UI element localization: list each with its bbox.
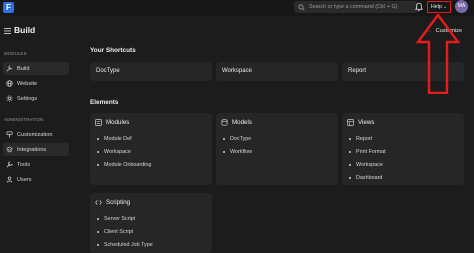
link-workspace[interactable]: Workspace [97,146,151,159]
sidebar-item-integrations[interactable]: Integrations [3,143,69,156]
sidebar-item-tools[interactable]: Tools [3,158,69,171]
bullet-icon [223,138,225,141]
link-label: Module Onboarding [104,161,152,168]
sidebar-item-website[interactable]: Website [3,77,69,90]
globe-icon [6,80,13,87]
chevron-down-icon: ⌄ [442,4,448,10]
bullet-icon [97,231,99,234]
sidebar-item-label: Tools [17,161,31,168]
link-doctype[interactable]: DocType [223,133,252,146]
sidebar-item-label: Customization [17,131,53,138]
sidebar: MODULES Build Website Settings ADMINISTR… [0,46,72,249]
help-label: Help [430,4,442,10]
bullet-icon [97,163,99,166]
sidebar-item-build[interactable]: Build [3,62,69,75]
link-module-def[interactable]: Module Def [97,133,151,146]
link-dashboard[interactable]: Dashboard [349,171,386,184]
sidebar-section-title: MODULES [4,51,27,56]
app-logo[interactable]: F [3,2,14,13]
link-list: Report Print Format Workspace Dashboard [349,133,386,184]
bullet-icon [349,163,351,166]
gear-icon [6,95,13,102]
bullet-icon [349,176,351,179]
card-header[interactable]: Modules [95,119,129,126]
bullet-icon [97,138,99,141]
card-header[interactable]: Scripting [95,199,130,206]
link-scheduled-job-type[interactable]: Scheduled Job Type [97,239,153,252]
link-label: Report [356,136,373,143]
card-title: Modules [106,119,130,126]
card-title: Scripting [106,199,131,206]
elements-heading: Elements [90,99,119,106]
bullet-icon [97,218,99,221]
link-label: Module Def [104,136,132,143]
card-title: Models [232,119,252,126]
shortcut-workspace[interactable]: Workspace [216,62,338,81]
sidebar-item-label: Integrations [17,146,47,153]
link-list: Module Def Workspace Module Onboarding [97,133,151,171]
link-workspace[interactable]: Workspace [349,159,386,172]
card-header[interactable]: Views [347,119,374,126]
link-label: DocType [230,136,252,143]
sidebar-item-users[interactable]: Users [3,173,69,186]
link-label: Server Script [104,216,136,223]
bullet-icon [97,243,99,246]
bullet-icon [223,151,225,154]
user-icon [6,176,13,183]
table-icon [347,119,354,126]
link-list: Server Script Client Script Scheduled Jo… [97,213,153,251]
code-icon [95,200,102,205]
shortcuts-heading: Your Shortcuts [90,47,136,54]
link-label: Workflow [230,149,253,156]
list-icon [95,119,102,126]
views-card: Views Report Print Format Workspace Dash… [342,113,464,185]
user-avatar[interactable]: MA [455,0,468,13]
link-client-script[interactable]: Client Script [97,226,153,239]
notification-bell-icon[interactable] [414,2,424,12]
link-label: Workspace [104,149,131,156]
search-placeholder: Search or type a command (Ctrl + G) [309,4,398,10]
link-list: DocType Workflow [223,133,252,159]
sidebar-item-settings[interactable]: Settings [3,92,69,105]
scripting-card: Scripting Server Script Client Script Sc… [90,193,212,253]
sidebar-item-label: Website [17,80,38,87]
link-label: Print Format [356,149,386,156]
link-server-script[interactable]: Server Script [97,213,153,226]
link-print-format[interactable]: Print Format [349,146,386,159]
integrations-icon [6,146,13,153]
card-header[interactable]: Models [221,119,252,126]
search-icon [298,3,305,11]
sidebar-item-label: Build [17,65,30,72]
sidebar-toggle-icon[interactable] [4,28,11,34]
page-title: Build [14,25,36,35]
modules-card: Modules Module Def Workspace Module Onbo… [90,113,212,185]
link-label: Client Script [104,229,134,236]
shortcut-doctype[interactable]: DocType [90,62,212,81]
sidebar-item-label: Settings [17,95,38,102]
sidebar-item-customization[interactable]: Customization [3,128,69,141]
link-label: Scheduled Job Type [104,241,153,248]
search-bar[interactable]: Search or type a command (Ctrl + G) [294,1,418,13]
link-report[interactable]: Report [349,133,386,146]
link-label: Workspace [356,161,383,168]
tools-icon [6,65,13,72]
sidebar-section-title: ADMINISTRATION [4,117,44,122]
wrench-icon [6,161,13,168]
link-label: Dashboard [356,174,383,181]
paint-icon [6,131,13,138]
card-title: Views [358,119,375,126]
sidebar-item-label: Users [17,176,32,183]
annotation-arrow-icon [415,14,461,94]
database-icon [221,119,228,126]
help-dropdown-button[interactable]: Help ⌄ [427,1,451,13]
bullet-icon [349,138,351,141]
bullet-icon [349,151,351,154]
link-workflow[interactable]: Workflow [223,146,252,159]
link-module-onboarding[interactable]: Module Onboarding [97,159,151,172]
bullet-icon [97,151,99,154]
models-card: Models DocType Workflow [216,113,338,185]
